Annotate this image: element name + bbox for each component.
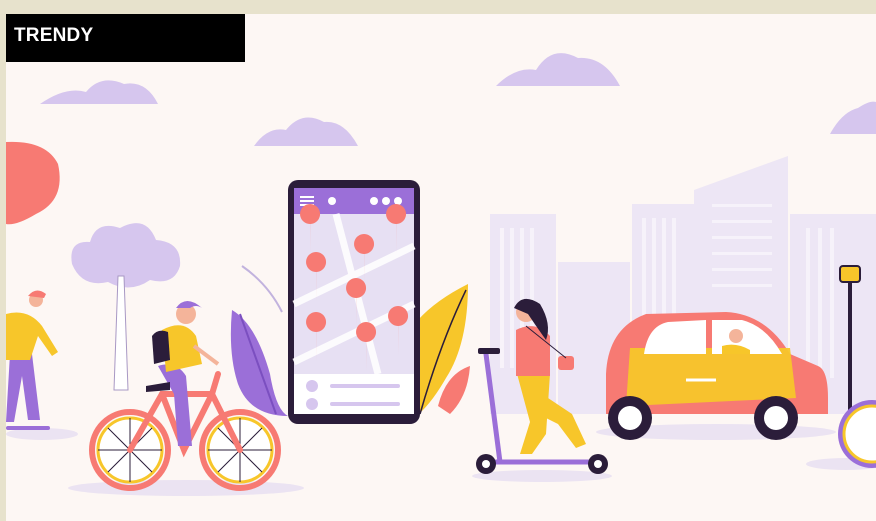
- cloud-4: [830, 101, 876, 134]
- plant-right: [414, 284, 470, 418]
- clouds: [40, 53, 876, 146]
- cloud-1: [40, 80, 158, 104]
- trendy-badge: TRENDY: [6, 14, 245, 62]
- cloud-3: [496, 53, 620, 86]
- skateboarder: [6, 290, 58, 430]
- mobility-illustration: [6, 53, 876, 496]
- cloud-2: [254, 117, 358, 146]
- plant-left: [230, 265, 288, 416]
- illustration-frame: TRENDY: [6, 14, 876, 521]
- coral-blob: [6, 141, 60, 225]
- smartphone-map: [288, 180, 420, 424]
